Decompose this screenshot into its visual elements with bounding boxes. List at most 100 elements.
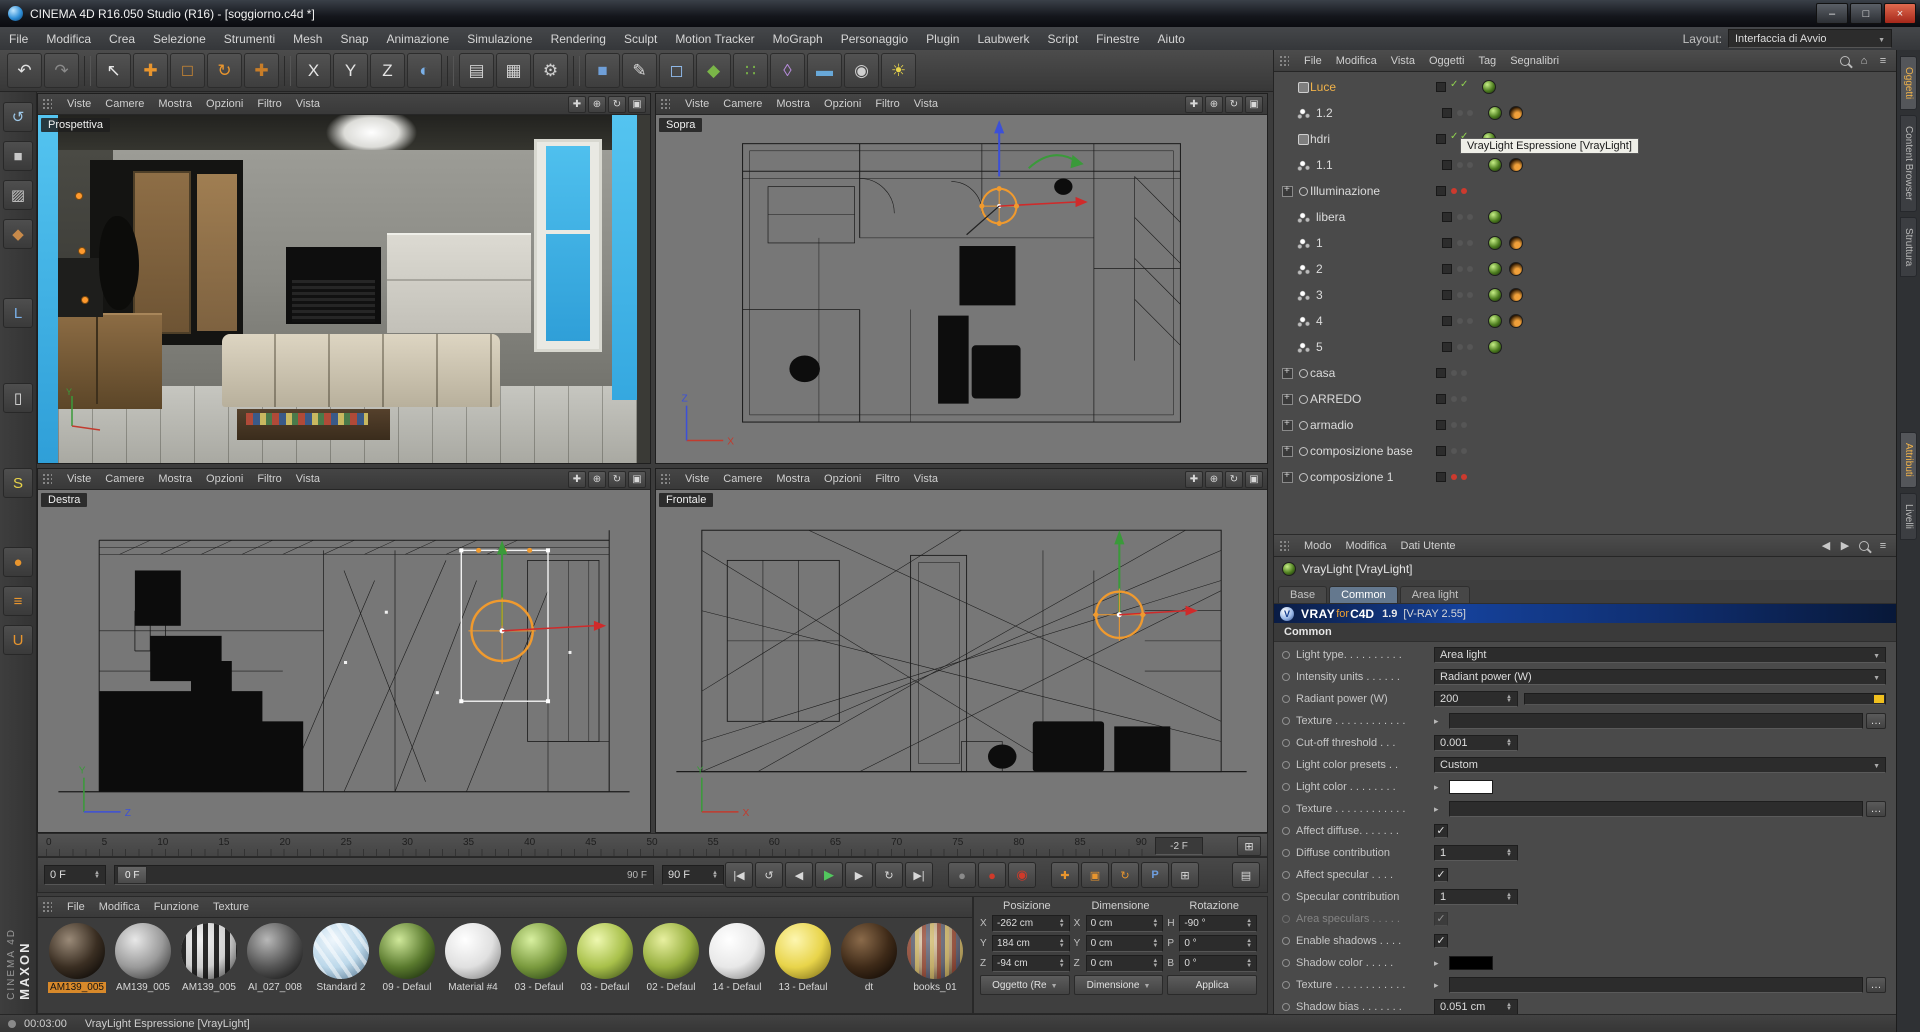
visibility-toggles[interactable] (1436, 186, 1482, 196)
panel-grip-icon[interactable] (42, 473, 52, 485)
light-handle-dot[interactable] (77, 247, 86, 256)
property-checkbox[interactable]: ✓ (1434, 934, 1448, 948)
layer-square-icon[interactable] (1436, 394, 1446, 404)
expand-triangle-icon[interactable]: ▸ (1434, 716, 1446, 727)
menu-item[interactable]: Mesh (284, 32, 331, 46)
animation-dot-icon[interactable] (1282, 981, 1290, 989)
property-dropdown[interactable]: Radiant power (W) (1434, 669, 1886, 685)
render-settings-icon[interactable]: ⚙ (533, 53, 568, 88)
menu-item[interactable]: Aiuto (1149, 32, 1194, 46)
attribute-menu-item[interactable]: Dati Utente (1394, 540, 1463, 552)
model-mode-icon[interactable]: ■ (3, 141, 33, 171)
visibility-toggles[interactable] (1442, 342, 1488, 352)
material-menu-item[interactable]: Funzione (147, 901, 206, 913)
material-item[interactable]: 02 - Defaul (640, 923, 702, 993)
redo-icon[interactable]: ↷ (44, 53, 79, 88)
spinner-icon[interactable]: ▲ ▼ (1246, 918, 1252, 928)
object-manager-menu-item[interactable]: Modifica (1329, 55, 1384, 67)
rotate-tool-icon[interactable]: ↻ (207, 53, 242, 88)
render-visibility-dot[interactable] (1461, 422, 1467, 428)
options-icon[interactable]: ≡ (1875, 538, 1891, 553)
visibility-toggles[interactable] (1436, 420, 1482, 430)
editor-visibility-dot[interactable] (1457, 318, 1463, 324)
record-button[interactable]: ● (948, 862, 976, 888)
expand-triangle-icon[interactable]: ▸ (1434, 804, 1446, 815)
viewport-menu-item[interactable]: Camere (98, 98, 151, 110)
layers-icon[interactable]: ≡ (3, 586, 33, 616)
attribute-tab[interactable]: Common (1329, 586, 1398, 603)
spinner-icon[interactable]: ▲ ▼ (1059, 958, 1065, 968)
color-swatch[interactable] (1449, 780, 1493, 794)
dock-tab[interactable]: Content Browser (1900, 115, 1917, 212)
next-frame-button[interactable]: ▶ (845, 862, 873, 888)
property-checkbox[interactable]: ✓ (1434, 912, 1448, 926)
vray-expression-tag-icon[interactable] (1509, 158, 1523, 172)
viewport-menu-item[interactable]: Filtro (250, 473, 288, 485)
layer-square-icon[interactable] (1436, 368, 1446, 378)
expand-icon[interactable] (1282, 366, 1293, 379)
viewport-menu-item[interactable]: Viste (60, 473, 98, 485)
render-visibility-dot[interactable] (1460, 79, 1468, 90)
property-number-field[interactable]: 0.051 cm ▲ ▼ (1434, 999, 1518, 1014)
animation-dot-icon[interactable] (1282, 827, 1290, 835)
material-item[interactable]: 14 - Defaul (706, 923, 768, 993)
rotate-view-icon[interactable]: ↻ (1225, 95, 1243, 113)
object-name[interactable]: 1 (1316, 236, 1442, 250)
light-gizmo[interactable] (1092, 530, 1198, 641)
goto-start-button[interactable]: |◀ (725, 862, 753, 888)
timeline-menu-button[interactable]: ⊞ (1237, 836, 1261, 856)
property-checkbox[interactable]: ✓ (1434, 868, 1448, 882)
snap-icon[interactable]: S (3, 468, 33, 498)
array-icon[interactable]: ∷ (733, 53, 768, 88)
editor-visibility-dot[interactable] (1457, 110, 1463, 116)
visibility-toggles[interactable] (1436, 472, 1482, 482)
viewport-menu-item[interactable]: Filtro (868, 473, 906, 485)
size-x-field[interactable]: 0 cm ▲ ▼ (1085, 915, 1164, 932)
viewport-menu-item[interactable]: Mostra (151, 473, 199, 485)
perspective-canvas[interactable]: Y Prospettiva (38, 115, 650, 463)
last-tool-icon[interactable]: ✚ (244, 53, 279, 88)
axis-mode-icon[interactable]: L (3, 298, 33, 328)
browse-button[interactable]: … (1866, 713, 1886, 729)
paint-tool-icon[interactable]: ● (3, 547, 33, 577)
pan-view-icon[interactable]: ✚ (1185, 95, 1203, 113)
viewport-menu-item[interactable]: Mostra (151, 98, 199, 110)
size-y-field[interactable]: 0 cm ▲ ▼ (1085, 935, 1164, 952)
spinner-icon[interactable]: ▲ ▼ (1506, 1002, 1512, 1012)
maximize-button[interactable]: □ (1850, 3, 1882, 24)
layer-square-icon[interactable] (1436, 420, 1446, 430)
texture-field[interactable] (1449, 713, 1863, 729)
object-row-arredo[interactable]: ARREDO (1274, 386, 1896, 412)
object-row-3[interactable]: 3 (1274, 282, 1896, 308)
target-dropdown[interactable]: Oggetto (Re (980, 975, 1070, 995)
section-header[interactable]: Common (1274, 623, 1896, 642)
editor-visibility-dot[interactable] (1450, 131, 1458, 142)
spinner-icon[interactable]: ▲ ▼ (1506, 738, 1512, 748)
visibility-toggles[interactable] (1436, 368, 1482, 378)
key-position-button[interactable]: ✚ (1051, 862, 1079, 888)
viewport-menu-item[interactable]: Opzioni (199, 473, 250, 485)
expand-icon[interactable] (1282, 418, 1293, 431)
editor-visibility-dot[interactable] (1451, 474, 1457, 480)
viewport-menu-item[interactable]: Mostra (769, 98, 817, 110)
pan-view-icon[interactable]: ✚ (568, 470, 586, 488)
dock-tab[interactable]: Attributi (1900, 432, 1917, 488)
viewport-menu-item[interactable]: Filtro (250, 98, 288, 110)
menu-item[interactable]: Modifica (37, 32, 100, 46)
size-z-field[interactable]: 0 cm ▲ ▼ (1085, 955, 1164, 972)
render-visibility-dot[interactable] (1461, 370, 1467, 376)
editor-visibility-dot[interactable] (1457, 162, 1463, 168)
texture-mode-icon[interactable]: ▨ (3, 180, 33, 210)
render-visibility-dot[interactable] (1461, 188, 1467, 194)
panel-grip-icon[interactable] (42, 98, 52, 110)
polygons-mode-icon[interactable]: ◆ (3, 219, 33, 249)
material-item[interactable]: AM139_005 (46, 923, 108, 993)
visibility-toggles[interactable] (1436, 446, 1482, 456)
viewport-menu-item[interactable]: Vista (289, 473, 327, 485)
zoom-view-icon[interactable]: ⊕ (1205, 470, 1223, 488)
expand-triangle-icon[interactable]: ▸ (1434, 958, 1446, 969)
visibility-toggles[interactable] (1442, 160, 1488, 170)
object-row-1-2[interactable]: 1.2 (1274, 100, 1896, 126)
spinner-icon[interactable]: ▲ ▼ (1246, 958, 1252, 968)
visibility-toggles[interactable] (1442, 290, 1488, 300)
